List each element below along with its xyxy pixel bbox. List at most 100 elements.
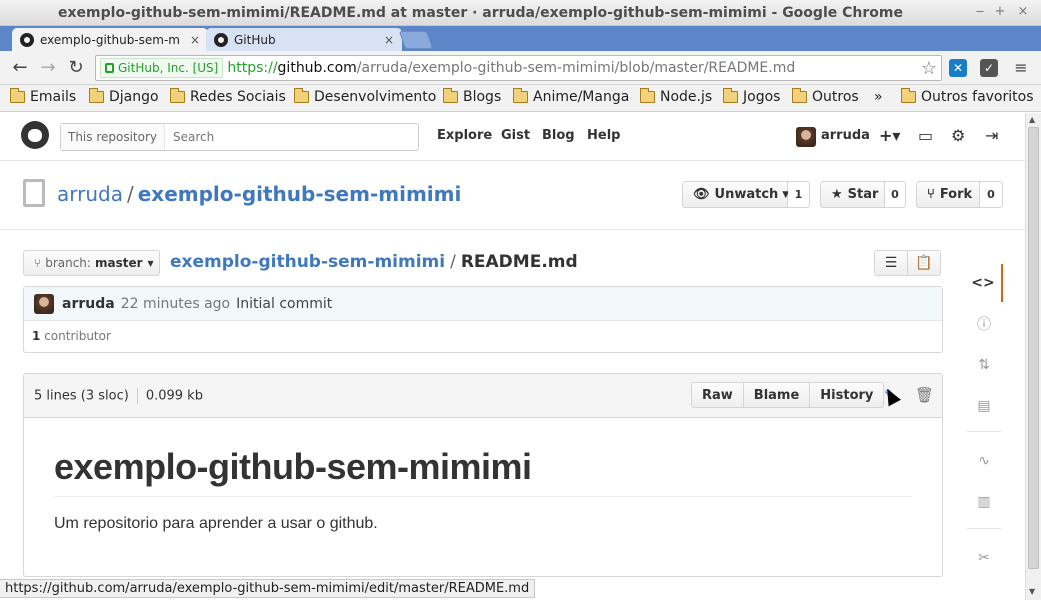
other-bookmarks-folder[interactable]: Outros favoritos [901, 88, 1034, 105]
wiki-book-icon[interactable]: ▤ [965, 387, 1003, 425]
username-link[interactable]: arruda [821, 128, 870, 143]
forks-count[interactable]: 0 [980, 181, 1003, 208]
pocket-icon[interactable]: ✓ [980, 59, 998, 77]
github-logo-icon[interactable] [21, 121, 49, 149]
unwatch-button[interactable]: 👁 Unwatch ▼ [682, 181, 789, 208]
fork-icon: ⑂ [927, 187, 935, 202]
fork-button[interactable]: ⑂ Fork [916, 181, 980, 208]
link-status-bar: https://github.com/arruda/exemplo-github… [0, 579, 536, 598]
create-new-plus-icon[interactable]: +▾ [879, 126, 900, 145]
search-box[interactable]: This repository [60, 123, 419, 151]
star-label: Star [847, 187, 879, 202]
copy-path-clipboard-icon[interactable]: 📋 [907, 250, 941, 276]
contributors-line: 1 contributor [24, 321, 942, 343]
folder-icon [10, 88, 25, 103]
side-nav-divider [967, 431, 1001, 432]
search-input[interactable] [165, 130, 406, 144]
star-icon: ★ [831, 187, 843, 202]
nav-blog[interactable]: Blog [542, 128, 575, 143]
folder-icon [294, 88, 309, 103]
stargazers-count[interactable]: 0 [885, 181, 906, 208]
branch-select-button[interactable]: ⑂ branch: master ▼ [23, 250, 160, 276]
star-button[interactable]: ★ Star [820, 181, 885, 208]
bookmark-folder[interactable]: Anime/Manga [513, 88, 630, 105]
bookmarks-overflow-button[interactable]: » [874, 89, 883, 105]
browser-toolbar: ← → ↻ GitHub, Inc. [US] https://github.c… [0, 51, 1041, 85]
bookmark-folder[interactable]: Node.js [640, 88, 712, 105]
contributor-count: 1 [32, 329, 41, 343]
sign-out-icon[interactable]: ⇥ [985, 126, 998, 145]
file-info-divider [136, 388, 138, 404]
file-viewer: 5 lines (3 sloc) 0.099 kb Raw Blame Histo… [23, 373, 943, 577]
tab-github[interactable]: GitHub × [206, 28, 402, 51]
bookmark-star-icon[interactable]: ☆ [921, 58, 937, 79]
forward-arrow-icon[interactable]: → [38, 58, 58, 78]
repo-owner-link[interactable]: arruda [57, 182, 123, 206]
tab-readme[interactable]: exemplo-github-sem-m × [12, 28, 208, 51]
nav-explore[interactable]: Explore [437, 128, 492, 143]
commit-author-avatar[interactable] [34, 293, 54, 314]
ev-certificate-badge[interactable]: GitHub, Inc. [US] [100, 58, 224, 78]
contributor-label[interactable]: contributor [44, 329, 111, 343]
breadcrumb-repo-link[interactable]: exemplo-github-sem-mimimi [170, 252, 445, 272]
repo-name-link[interactable]: exemplo-github-sem-mimimi [138, 182, 462, 206]
pull-requests-icon[interactable]: ⇅ [965, 346, 1003, 384]
close-tab-icon[interactable]: × [190, 33, 200, 47]
graphs-icon[interactable]: ▥ [965, 483, 1003, 521]
folder-icon [443, 88, 458, 103]
watchers-count[interactable]: 1 [788, 181, 810, 208]
github-header: This repository Explore Gist Blog Help a… [0, 113, 1025, 161]
nav-help[interactable]: Help [587, 128, 620, 143]
bookmark-label: Anime/Manga [533, 89, 630, 105]
delete-trash-icon[interactable]: 🗑 [915, 386, 934, 404]
scrollbar-thumb[interactable] [1028, 127, 1039, 569]
readme-content: exemplo-github-sem-mimimi Um repositorio… [24, 418, 942, 561]
window-titlebar: exemplo-github-sem-mimimi/README.md at m… [0, 0, 1041, 26]
commit-time: 22 minutes ago [120, 295, 231, 312]
extension-icon[interactable]: ✕ [949, 59, 967, 77]
bookmark-folder[interactable]: Jogos [723, 88, 780, 105]
bookmark-label: Outros [812, 89, 859, 105]
commit-message-link[interactable]: Initial commit [236, 296, 332, 312]
back-arrow-icon[interactable]: ← [10, 58, 30, 78]
minimize-button[interactable]: ‒ [972, 4, 988, 20]
readme-paragraph: Um repositorio para aprender a usar o gi… [54, 515, 378, 532]
close-tab-icon[interactable]: × [384, 33, 394, 47]
notifications-inbox-icon[interactable]: ▭ [918, 126, 933, 145]
issues-icon[interactable]: ⓘ [965, 305, 1003, 343]
tab-strip: exemplo-github-sem-m × GitHub × [0, 26, 1041, 51]
folder-icon [513, 88, 528, 103]
folder-icon [640, 88, 655, 103]
bookmark-folder[interactable]: Blogs [443, 88, 501, 105]
bookmark-folder[interactable]: Django [89, 88, 159, 105]
user-avatar[interactable] [796, 127, 816, 147]
close-window-button[interactable]: × [1015, 4, 1031, 20]
menu-icon[interactable]: ≡ [1011, 58, 1031, 78]
window-title: exemplo-github-sem-mimimi/README.md at m… [58, 5, 903, 21]
pulse-icon[interactable]: ∿ [965, 442, 1003, 480]
address-bar[interactable]: GitHub, Inc. [US] https://github.com/arr… [95, 55, 942, 81]
nav-gist[interactable]: Gist [501, 128, 530, 143]
jump-to-line-list-icon[interactable]: ☰ [874, 250, 908, 276]
raw-button[interactable]: Raw [691, 382, 744, 408]
scroll-down-arrow-icon[interactable]: ▼ [1029, 587, 1035, 596]
settings-gear-icon[interactable]: ⚙ [951, 126, 965, 145]
scroll-up-arrow-icon[interactable]: ▲ [1029, 115, 1035, 124]
reload-icon[interactable]: ↻ [66, 58, 86, 78]
blame-button[interactable]: Blame [742, 382, 811, 408]
settings-tools-icon[interactable]: ✂ [965, 539, 1003, 577]
file-info: 5 lines (3 sloc) 0.099 kb [34, 388, 203, 404]
bookmark-folder[interactable]: Redes Sociais [170, 88, 286, 105]
vertical-scrollbar[interactable]: ▲ ▼ [1025, 113, 1041, 600]
new-tab-button[interactable] [398, 31, 434, 49]
history-button[interactable]: History [809, 382, 885, 408]
maximize-button[interactable]: + [992, 4, 1008, 20]
bookmark-folder[interactable]: Desenvolvimento [294, 88, 436, 105]
url-path: /arruda/exemplo-github-sem-mimimi/blob/m… [356, 60, 796, 76]
bookmark-folder[interactable]: Emails [10, 88, 76, 105]
bookmark-folder[interactable]: Outros [792, 88, 859, 105]
commit-author-link[interactable]: arruda [62, 296, 115, 312]
file-line-count: 5 lines (3 sloc) [34, 388, 129, 404]
code-icon[interactable]: <> [965, 264, 1003, 302]
latest-commit-box: arruda 22 minutes ago Initial commit 1 c… [23, 286, 943, 353]
